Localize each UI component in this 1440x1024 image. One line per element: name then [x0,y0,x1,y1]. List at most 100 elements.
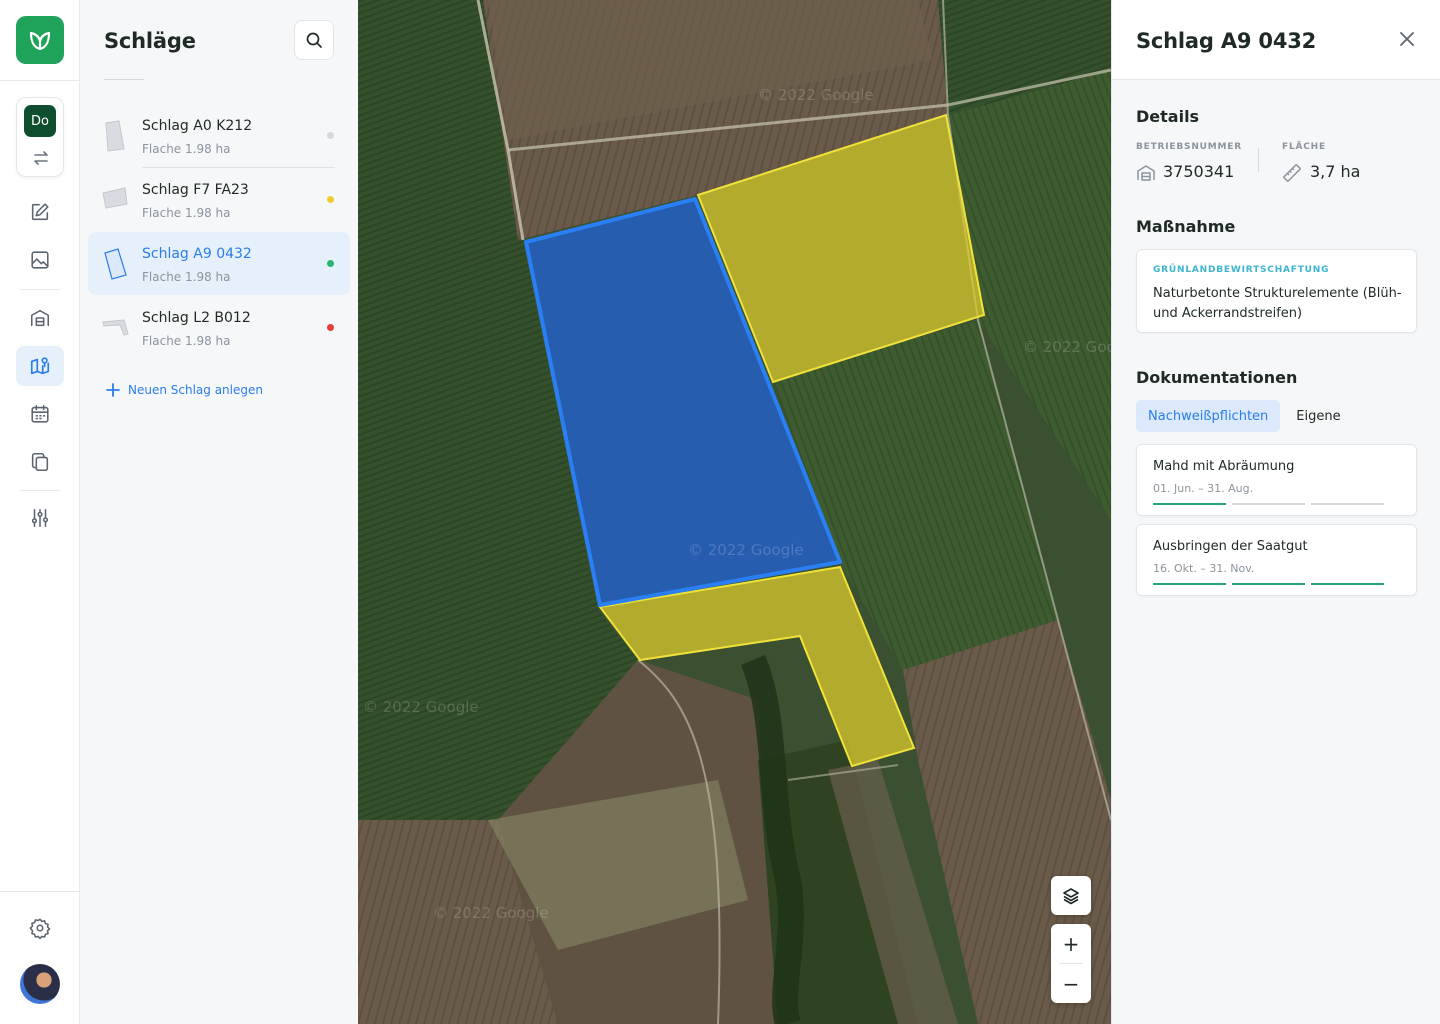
measure-card[interactable]: GRÜNLANDBEWIRTSCHAFTUNG Naturbetonte Str… [1136,249,1417,333]
details-heading: Details [1136,107,1200,126]
field-name: Schlag L2 B012 [142,310,251,326]
sliders-icon [31,508,49,528]
search-button[interactable] [294,20,334,60]
zoom-in-button[interactable]: + [1051,924,1091,963]
rail-divider [0,891,80,892]
documentation-date: 16. Okt. – 31. Nov. [1153,562,1255,575]
user-avatar[interactable] [20,964,60,1004]
nav-edit-button[interactable] [16,192,64,232]
map-canvas[interactable]: © 2022 Google © 2022 Google © 2022 Googl… [358,0,1111,1024]
map-watermark: © 2022 Google [433,904,549,922]
documentation-tabs: Nachweißpflichten Eigene [1136,400,1353,432]
progress-segment [1232,583,1305,585]
progress-segment [1153,503,1226,505]
detail-title: Schlag A9 0432 [1136,29,1317,53]
field-name: Schlag A9 0432 [142,246,252,262]
status-dot [327,324,334,331]
status-dot [327,260,334,267]
title-underline [104,79,144,80]
zoom-out-button[interactable]: − [1051,964,1091,1003]
panel-title: Schläge [104,29,196,53]
field-area: Flache 1.98 ha [142,270,231,284]
field-area: Flache 1.98 ha [142,142,231,156]
documentation-card[interactable]: Ausbringen der Saatgut 16. Okt. – 31. No… [1136,524,1417,596]
betriebsnummer-label: BETRIEBSNUMMER [1136,142,1242,152]
progress-segment [1153,583,1226,585]
map-watermark: © 2022 Google [758,86,874,104]
plus-icon [106,383,120,397]
rail-divider [0,80,80,81]
progress-segment [1311,583,1384,585]
betriebsnummer-value: 3750341 [1163,162,1235,181]
account-badge: Do [24,105,56,137]
status-dot [327,132,334,139]
field-name: Schlag A0 K212 [142,118,253,134]
tab-eigene[interactable]: Eigene [1284,400,1352,432]
field-list-item[interactable]: Schlag L2 B012 Flache 1.98 ha [88,296,350,359]
map-watermark: © 2022 Google [1023,338,1111,356]
field-shape-thumbnail [105,120,125,152]
nav-calendar-button[interactable] [16,394,64,434]
swap-icon[interactable] [31,148,51,168]
ruler-icon [1283,164,1301,182]
flaeche-label: FLÄCHE [1282,142,1326,152]
map-watermark: © 2022 Google [688,541,804,559]
documentation-card[interactable]: Mahd mit Abräumung 01. Jun. – 31. Aug. [1136,444,1417,516]
satellite-map[interactable]: © 2022 Google © 2022 Google © 2022 Googl… [358,0,1111,1024]
tab-nachweispflichten[interactable]: Nachweißpflichten [1136,400,1281,432]
settings-button[interactable] [16,908,64,948]
field-area: Flache 1.98 ha [142,206,231,220]
field-shape-thumbnail [104,248,127,280]
map-pin-icon [30,357,50,375]
calendar-icon [31,404,49,423]
fields-panel: Schläge Schlag A0 K212 Flache 1.98 ha Sc… [80,0,358,1024]
status-dot [327,196,334,203]
field-detail-panel: Schlag A9 0432 Details BETRIEBSNUMMER 37… [1111,0,1440,1024]
documentation-title: Ausbringen der Saatgut [1153,539,1308,554]
documentation-heading: Dokumentationen [1136,368,1298,387]
zoom-in-label: + [1062,931,1080,956]
measure-description: Naturbetonte Strukturelemente (Blüh- und… [1153,286,1402,321]
flaeche-value: 3,7 ha [1310,162,1361,181]
rail-divider [20,289,60,290]
zoom-control: + − [1051,924,1091,1003]
measure-category: GRÜNLANDBEWIRTSCHAFTUNG [1153,265,1330,275]
detail-header: Schlag A9 0432 [1112,0,1440,80]
nav-images-button[interactable] [16,240,64,280]
copy-icon [31,452,49,472]
field-list-item[interactable]: Schlag A0 K212 Flache 1.98 ha [88,104,350,167]
zoom-out-label: − [1062,971,1080,996]
layers-control[interactable] [1051,876,1091,915]
layers-icon [1063,887,1079,904]
meta-divider [1258,148,1259,172]
rail-divider [20,490,60,491]
map-watermark: © 2022 Google [363,698,479,716]
gear-icon [29,918,51,939]
nav-filters-button[interactable] [16,498,64,538]
field-shape-thumbnail [102,319,129,336]
documentation-date: 01. Jun. – 31. Aug. [1153,482,1254,495]
layers-button[interactable] [1051,876,1091,915]
icon-rail: Do [0,0,80,1024]
account-switcher[interactable]: Do [16,97,64,177]
nav-map-button[interactable] [16,346,64,386]
close-button[interactable] [1396,28,1418,50]
nav-documents-button[interactable] [16,442,64,482]
measure-heading: Maßnahme [1136,217,1236,236]
field-list-item-selected[interactable]: Schlag A9 0432 Flache 1.98 ha [88,232,350,295]
documentation-title: Mahd mit Abräumung [1153,459,1295,474]
close-icon [1400,32,1414,46]
field-name: Schlag F7 FA23 [142,182,249,198]
field-list-item[interactable]: Schlag F7 FA23 Flache 1.98 ha [88,168,350,231]
search-icon [306,32,322,48]
progress-segment [1311,503,1384,505]
barn-icon [1137,165,1155,181]
add-field-label: Neuen Schlag anlegen [128,383,263,397]
image-icon [31,251,49,269]
leaf-logo-icon[interactable] [16,16,64,64]
nav-farm-button[interactable] [16,298,64,338]
add-field-button[interactable]: Neuen Schlag anlegen [106,383,263,397]
barn-icon [30,309,50,327]
field-shape-thumbnail [102,187,128,209]
field-area: Flache 1.98 ha [142,334,231,348]
